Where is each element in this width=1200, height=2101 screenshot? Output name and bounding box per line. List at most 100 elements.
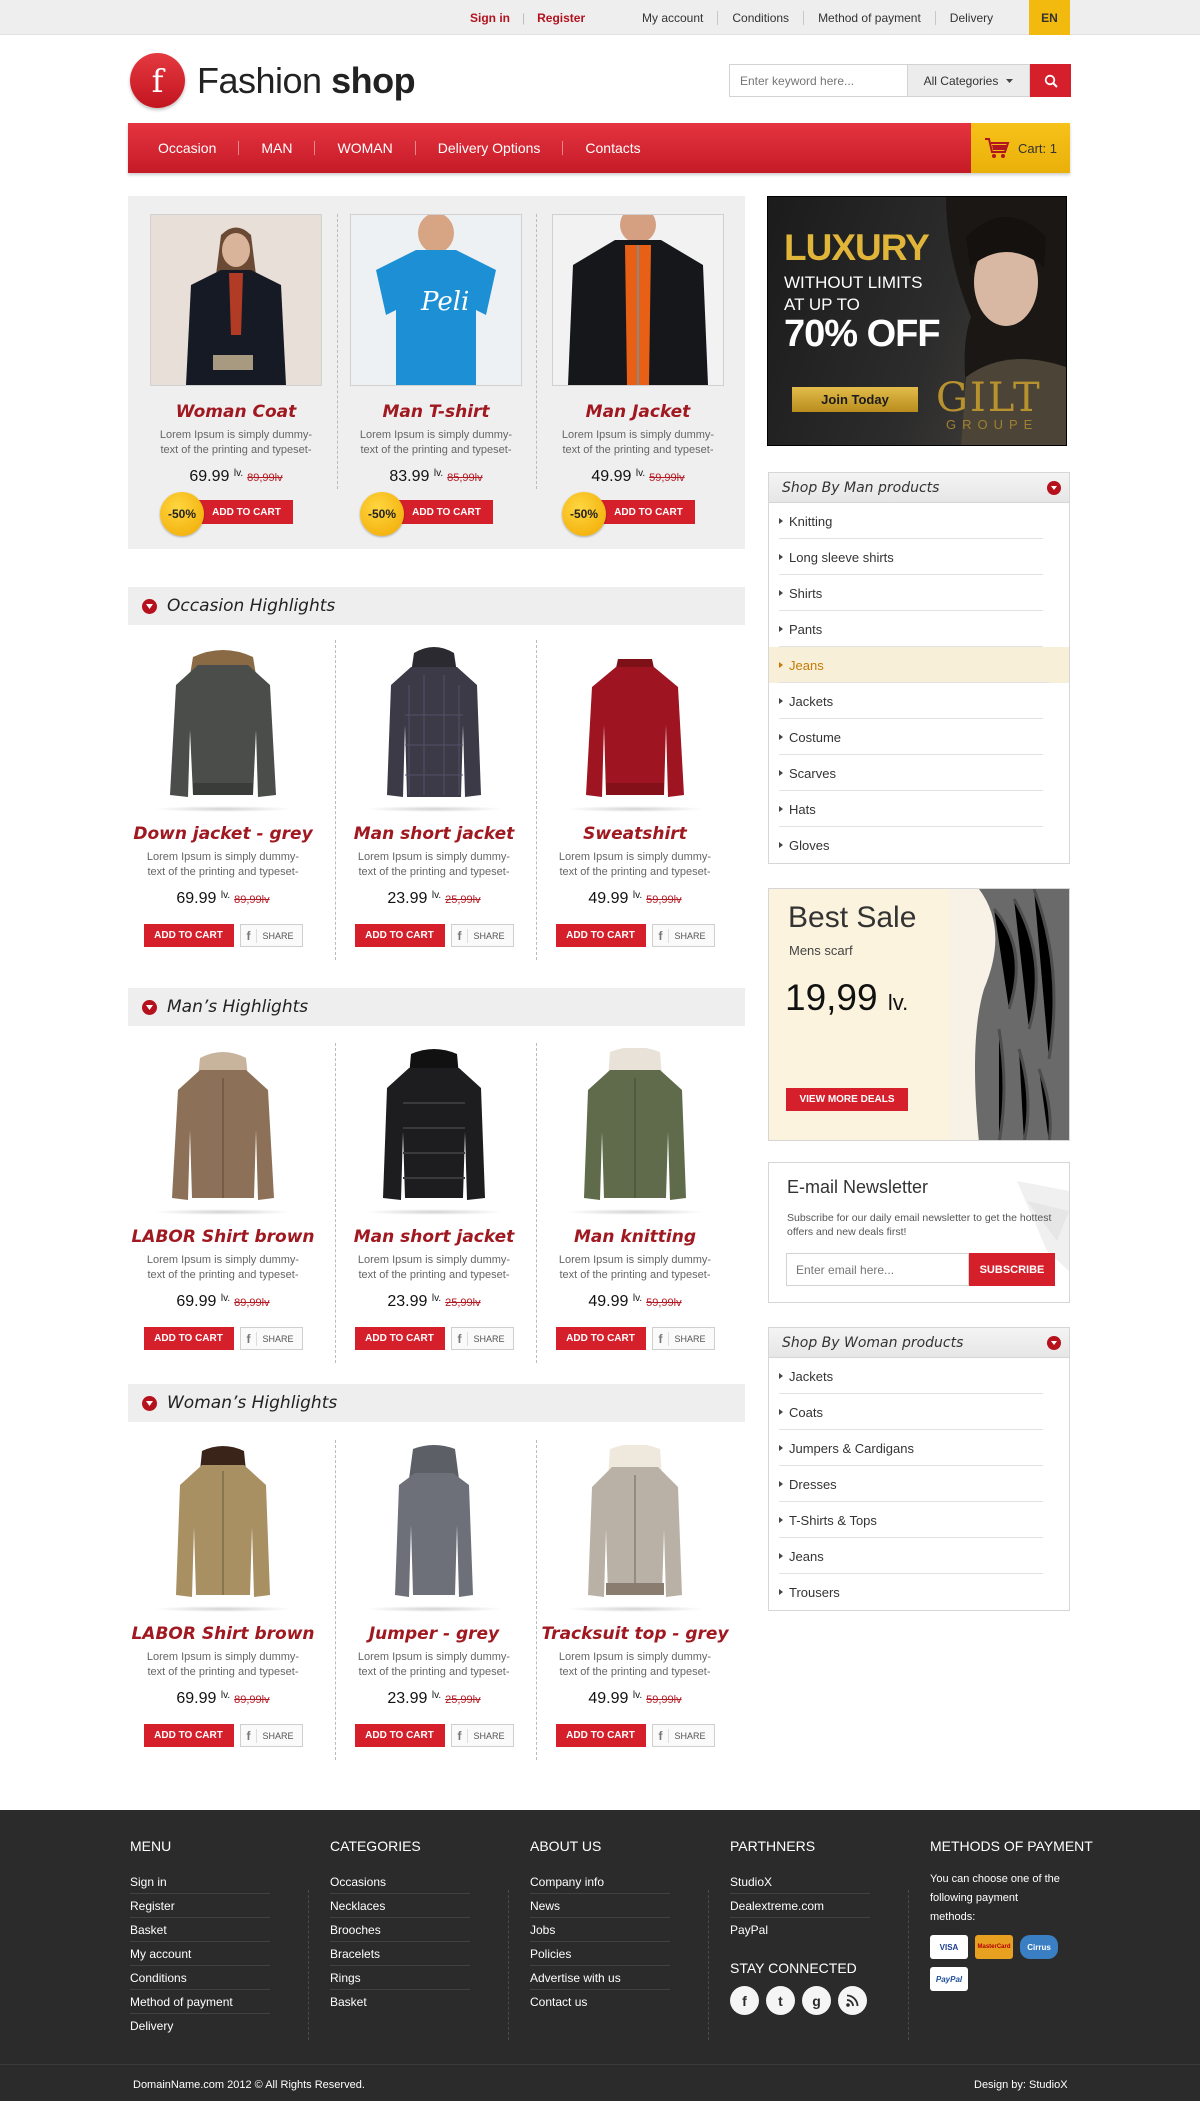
- footer-link[interactable]: Contact us: [530, 1990, 670, 2014]
- footer-link[interactable]: Advertise with us: [530, 1966, 670, 1990]
- add-to-cart-button[interactable]: ADD TO CART: [390, 500, 493, 524]
- product-image[interactable]: [143, 640, 303, 812]
- add-to-cart-button[interactable]: ADD TO CART: [555, 1327, 646, 1350]
- footer-link[interactable]: Jobs: [530, 1918, 670, 1942]
- footer-link[interactable]: Company info: [530, 1870, 670, 1894]
- add-to-cart-button[interactable]: ADD TO CART: [555, 924, 646, 947]
- footer-link[interactable]: My account: [130, 1942, 270, 1966]
- email-input[interactable]: [786, 1253, 969, 1286]
- footer-link[interactable]: Conditions: [130, 1966, 270, 1990]
- footer-link[interactable]: Basket: [130, 1918, 270, 1942]
- nav-contacts[interactable]: Contacts: [562, 141, 662, 155]
- product-name[interactable]: Man knitting: [540, 1227, 730, 1247]
- product-image[interactable]: [555, 1043, 715, 1215]
- collapse-icon[interactable]: [1047, 481, 1061, 495]
- category-item[interactable]: Dresses: [769, 1466, 1063, 1502]
- add-to-cart-button[interactable]: ADD TO CART: [555, 1724, 646, 1747]
- logo[interactable]: f Fashion shop: [130, 53, 416, 108]
- category-item[interactable]: Coats: [769, 1394, 1063, 1430]
- share-button[interactable]: f SHARE: [239, 1724, 303, 1747]
- promo-banner[interactable]: LUXURY WITHOUT LIMITS AT UP TO 70% OFF J…: [767, 196, 1067, 446]
- search-input[interactable]: [729, 64, 907, 97]
- category-item[interactable]: Pants: [769, 611, 1063, 647]
- footer-link[interactable]: Brooches: [330, 1918, 470, 1942]
- nav-man[interactable]: MAN: [238, 141, 314, 155]
- footer-link[interactable]: StudioX: [730, 1870, 870, 1894]
- section-header-woman[interactable]: Woman’s Highlights: [128, 1384, 745, 1422]
- add-to-cart-button[interactable]: ADD TO CART: [143, 1327, 234, 1350]
- delivery-link[interactable]: Delivery: [934, 10, 1007, 25]
- product-name[interactable]: Down jacket - grey: [128, 824, 318, 844]
- category-item[interactable]: Costume: [769, 719, 1063, 755]
- google-plus-icon[interactable]: g: [802, 1986, 831, 2015]
- product-name[interactable]: Sweatshirt: [540, 824, 730, 844]
- product-name[interactable]: LABOR Shirt brown: [128, 1624, 318, 1644]
- footer-link[interactable]: News: [530, 1894, 670, 1918]
- collapse-icon[interactable]: [142, 1395, 157, 1411]
- product-image[interactable]: [143, 1440, 303, 1612]
- product-name[interactable]: Man short jacket: [339, 1227, 529, 1247]
- section-header-occasion[interactable]: Occasion Highlights: [128, 587, 745, 625]
- product-image[interactable]: [555, 1440, 715, 1612]
- category-item[interactable]: Knitting: [769, 503, 1063, 539]
- product-image[interactable]: [354, 1440, 514, 1612]
- footer-link[interactable]: Sign in: [130, 1870, 270, 1894]
- product-image[interactable]: [354, 640, 514, 812]
- product-image[interactable]: [555, 640, 715, 812]
- category-item[interactable]: Jeans: [769, 1538, 1063, 1574]
- cart-button[interactable]: Cart: 1: [971, 123, 1070, 173]
- product-name[interactable]: Man T-shirt: [350, 402, 522, 422]
- collapse-icon[interactable]: [142, 999, 157, 1015]
- designer-credit[interactable]: Design by: StudioX: [974, 2079, 1068, 2091]
- product-name[interactable]: Man short jacket: [339, 824, 529, 844]
- nav-occasion[interactable]: Occasion: [136, 141, 238, 155]
- footer-link[interactable]: Rings: [330, 1966, 470, 1990]
- footer-link[interactable]: Dealextreme.com: [730, 1894, 870, 1918]
- add-to-cart-button[interactable]: ADD TO CART: [354, 1327, 445, 1350]
- category-item[interactable]: Gloves: [769, 827, 1063, 863]
- woman-categories-header[interactable]: Shop By Woman products: [769, 1328, 1069, 1358]
- category-item[interactable]: Trousers: [769, 1574, 1063, 1610]
- search-button[interactable]: [1030, 64, 1071, 97]
- add-to-cart-button[interactable]: ADD TO CART: [354, 924, 445, 947]
- category-item[interactable]: Shirts: [769, 575, 1063, 611]
- view-more-deals-button[interactable]: VIEW MORE DEALS: [786, 1088, 908, 1111]
- footer-link[interactable]: Register: [130, 1894, 270, 1918]
- category-item-active[interactable]: Jeans: [769, 647, 1069, 683]
- footer-link[interactable]: Basket: [330, 1990, 470, 2014]
- twitter-icon[interactable]: t: [766, 1986, 795, 2015]
- my-account-link[interactable]: My account: [628, 11, 717, 25]
- facebook-icon[interactable]: f: [730, 1986, 759, 2015]
- footer-link[interactable]: Bracelets: [330, 1942, 470, 1966]
- add-to-cart-button[interactable]: ADD TO CART: [143, 1724, 234, 1747]
- share-button[interactable]: f SHARE: [239, 1327, 303, 1350]
- register-link[interactable]: Register: [537, 11, 585, 25]
- share-button[interactable]: f SHARE: [450, 924, 514, 947]
- conditions-link[interactable]: Conditions: [717, 10, 803, 25]
- subscribe-button[interactable]: SUBSCRIBE: [969, 1253, 1055, 1286]
- product-name[interactable]: Jumper - grey: [339, 1624, 529, 1644]
- collapse-icon[interactable]: [142, 598, 157, 614]
- join-today-button[interactable]: Join Today: [792, 387, 918, 412]
- section-header-man[interactable]: Man’s Highlights: [128, 988, 745, 1026]
- category-item[interactable]: Scarves: [769, 755, 1063, 791]
- category-item[interactable]: T-Shirts & Tops: [769, 1502, 1063, 1538]
- category-item[interactable]: Jackets: [769, 1358, 1063, 1394]
- footer-link[interactable]: Necklaces: [330, 1894, 470, 1918]
- add-to-cart-button[interactable]: ADD TO CART: [190, 500, 293, 524]
- footer-link[interactable]: Method of payment: [130, 1990, 270, 2014]
- share-button[interactable]: f SHARE: [651, 1327, 715, 1350]
- man-categories-header[interactable]: Shop By Man products: [769, 473, 1069, 503]
- collapse-icon[interactable]: [1047, 1336, 1061, 1350]
- nav-delivery-options[interactable]: Delivery Options: [414, 141, 563, 155]
- product-name[interactable]: Woman Coat: [150, 402, 322, 422]
- footer-link[interactable]: PayPal: [730, 1918, 870, 1942]
- share-button[interactable]: f SHARE: [450, 1724, 514, 1747]
- language-button[interactable]: EN: [1029, 0, 1070, 35]
- product-image[interactable]: [354, 1043, 514, 1215]
- method-of-payment-link[interactable]: Method of payment: [803, 10, 935, 25]
- share-button[interactable]: f SHARE: [651, 1724, 715, 1747]
- nav-woman[interactable]: WOMAN: [314, 141, 414, 155]
- category-select[interactable]: All Categories: [907, 64, 1030, 97]
- share-button[interactable]: f SHARE: [450, 1327, 514, 1350]
